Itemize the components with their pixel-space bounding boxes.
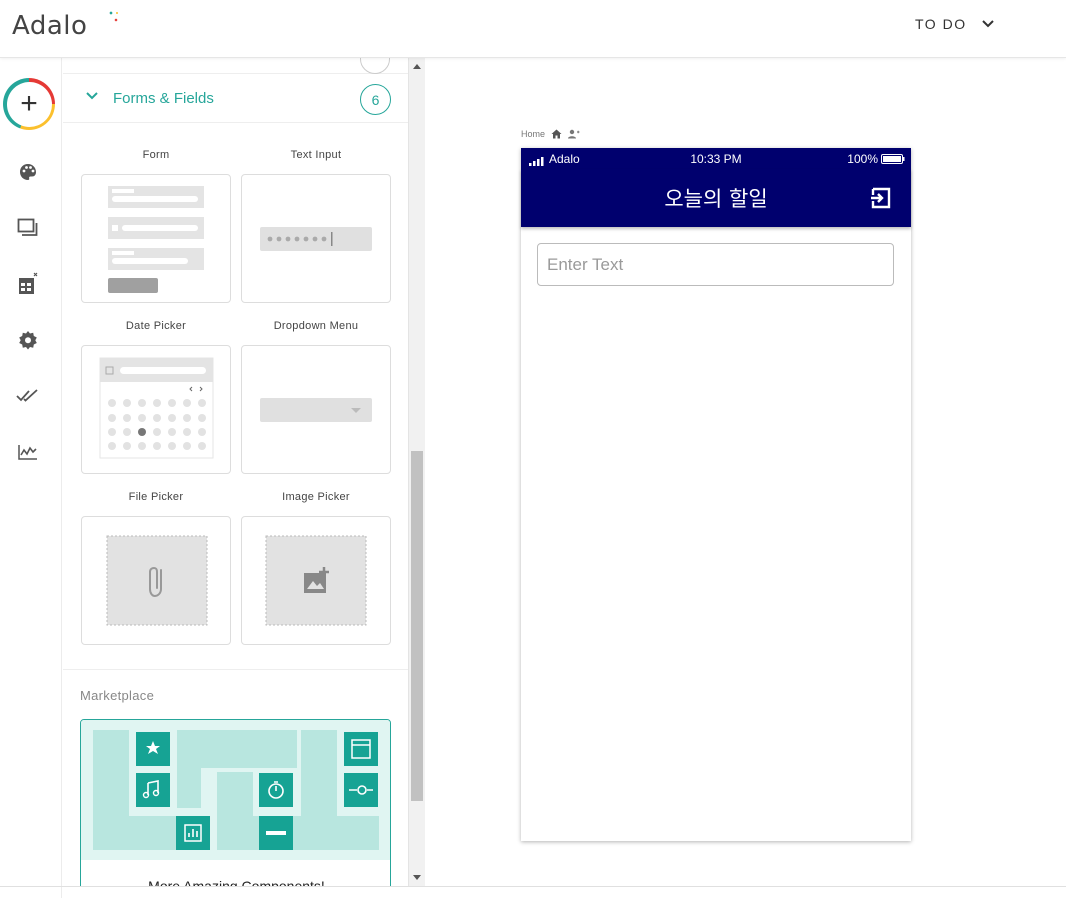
palette-icon[interactable] (16, 160, 40, 184)
app-bar: 오늘의 할일 (521, 169, 911, 227)
chevron-down-icon (981, 20, 994, 28)
component-label-form: Form (142, 149, 170, 161)
database-icon[interactable] (16, 272, 40, 296)
double-check-icon[interactable] (16, 384, 40, 408)
bottom-divider (0, 886, 1066, 887)
image-picker-preview-icon (265, 535, 367, 626)
section-count-badge: 6 (360, 84, 391, 115)
app-name: TO DO (915, 16, 967, 32)
screens-icon[interactable] (16, 216, 40, 240)
previous-section-stub (63, 58, 408, 74)
file-picker-preview-icon (106, 535, 208, 626)
scroll-up-arrow[interactable] (413, 64, 421, 69)
plus-icon: + (6, 81, 52, 127)
home-icon (551, 129, 562, 139)
component-label-text-input: Text Input (290, 149, 342, 161)
component-label-file-picker: File Picker (128, 491, 184, 503)
battery-icon (881, 154, 905, 164)
logo-text: Adalo (12, 11, 88, 41)
marketplace-illustration (81, 720, 390, 860)
component-label-date-picker: Date Picker (125, 320, 187, 332)
status-bar: Adalo 10:33 PM 100% (521, 148, 911, 169)
sparkle-icon (109, 11, 118, 22)
scroll-thumb[interactable] (411, 451, 423, 801)
component-label-image-picker: Image Picker (282, 491, 350, 503)
marketplace-card-title: More Amazing Components! (148, 878, 325, 886)
form-preview-icon (108, 186, 204, 293)
add-component-button[interactable]: + (3, 78, 55, 130)
component-card-form[interactable] (81, 174, 231, 303)
text-input-preview-icon (260, 227, 372, 251)
chevron-down-icon (86, 92, 98, 100)
component-card-file-picker[interactable] (81, 516, 231, 645)
left-toolbar: + (0, 58, 62, 898)
panel-scrollbar[interactable] (408, 58, 425, 886)
marketplace-card[interactable]: More Amazing Components! (80, 719, 391, 886)
analytics-icon[interactable] (16, 440, 40, 464)
app-bar-title: 오늘의 할일 (664, 187, 768, 211)
date-picker-preview-icon (99, 357, 214, 459)
battery-percent: 100% (847, 152, 878, 166)
section-title: Forms & Fields (113, 90, 214, 107)
forms-fields-section-header[interactable]: Forms & Fields 6 (63, 75, 408, 123)
logout-icon[interactable] (869, 186, 893, 210)
adalo-logo[interactable]: Adalo (12, 10, 118, 42)
editor-canvas: Home Adalo 10:33 PM 100% 오늘의 할일 (426, 58, 1066, 886)
user-access-icon (568, 129, 580, 139)
component-card-text-input[interactable] (241, 174, 391, 303)
component-card-date-picker[interactable] (81, 345, 231, 474)
component-label-dropdown-menu: Dropdown Menu (273, 320, 359, 332)
component-card-dropdown-menu[interactable] (241, 345, 391, 474)
marketplace-divider (63, 669, 408, 670)
screen-name: Home (521, 129, 546, 139)
text-input-field[interactable] (537, 243, 894, 286)
phone-screen-home[interactable]: Adalo 10:33 PM 100% 오늘의 할일 (521, 148, 911, 841)
marketplace-label: Marketplace (80, 688, 155, 703)
gear-icon[interactable] (16, 328, 40, 352)
previous-section-count (360, 58, 390, 74)
component-card-image-picker[interactable] (241, 516, 391, 645)
battery-info: 100% (847, 152, 905, 166)
top-bar: Adalo TO DO (0, 0, 1066, 58)
dropdown-preview-icon (260, 398, 372, 422)
scroll-down-arrow[interactable] (413, 875, 421, 880)
screen-label[interactable]: Home (521, 129, 580, 139)
app-switcher[interactable]: TO DO (915, 16, 995, 32)
component-panel: Forms & Fields 6 Form Text Input Date Pi… (63, 58, 408, 886)
